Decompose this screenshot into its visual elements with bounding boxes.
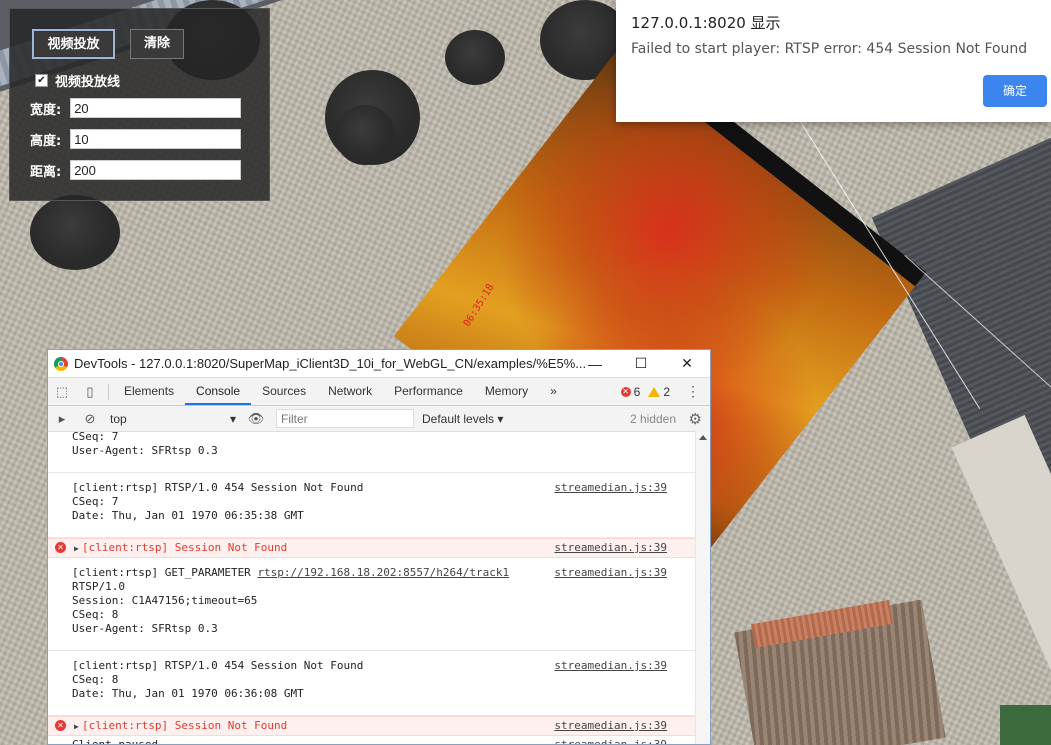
tree-shadow bbox=[335, 105, 395, 165]
devtools-title: DevTools - 127.0.0.1:8020/SuperMap_iClie… bbox=[74, 356, 587, 371]
console-message-prefix: [client:rtsp] GET_PARAMETER bbox=[72, 566, 258, 579]
close-icon[interactable]: ✕ bbox=[664, 350, 710, 377]
console-error-message[interactable]: ✕ ▶ [client:rtsp] Session Not Found streame… bbox=[48, 716, 696, 736]
tree-shadow bbox=[30, 195, 120, 270]
context-value: top bbox=[110, 411, 127, 426]
divider bbox=[108, 383, 109, 400]
width-row: 宽度: bbox=[30, 98, 242, 118]
devtools-tabbar: ⬚ ▯ Elements Console Sources Network Per… bbox=[48, 377, 710, 406]
more-tabs-icon[interactable]: » bbox=[539, 378, 568, 405]
error-icon: ✕ bbox=[55, 542, 66, 553]
console-message-text: [client:rtsp] RTSP/1.0 454 Session Not F… bbox=[72, 659, 364, 700]
alert-dialog: 127.0.0.1:8020 显示 Failed to start player… bbox=[616, 0, 1051, 122]
expand-arrow-icon[interactable]: ▶ bbox=[74, 720, 79, 734]
alert-ok-button[interactable]: 确定 bbox=[983, 75, 1047, 107]
source-link[interactable]: streamedian.js:39 bbox=[554, 738, 667, 744]
console-log-message[interactable]: Client paused streamedian.js:39 bbox=[48, 736, 696, 744]
clear-console-icon[interactable]: ⊘ bbox=[76, 405, 104, 432]
tab-console[interactable]: Console bbox=[185, 378, 252, 405]
distance-label: 距离: bbox=[30, 164, 62, 180]
more-options-icon[interactable]: ⋮ bbox=[686, 378, 700, 405]
project-video-button[interactable]: 视频投放 bbox=[32, 29, 115, 59]
console-message-text: [client:rtsp] RTSP/1.0 454 Session Not F… bbox=[72, 481, 364, 522]
building-wall bbox=[951, 414, 1051, 686]
console-log-message[interactable]: [client:rtsp] RTSP/1.0 454 Session Not F… bbox=[48, 473, 696, 538]
maximize-icon[interactable]: ☐ bbox=[618, 350, 664, 377]
log-levels-dropdown[interactable]: Default levels ▾ bbox=[422, 412, 503, 426]
console-log-message[interactable]: CSeq: 7 User-Agent: SFRtsp 0.3 bbox=[48, 431, 696, 473]
console-scrollbar[interactable] bbox=[695, 431, 710, 744]
chrome-icon bbox=[54, 356, 68, 371]
log-levels-label: Default levels bbox=[422, 411, 495, 426]
show-line-label: 视频投放线 bbox=[55, 75, 121, 90]
gear-icon[interactable]: ⚙ bbox=[689, 410, 702, 428]
height-label: 高度: bbox=[30, 133, 62, 149]
device-toolbar-icon[interactable]: ▯ bbox=[76, 378, 104, 405]
hidden-count: 2 hidden bbox=[629, 411, 676, 426]
console-error-message[interactable]: ✕ ▶ [client:rtsp] Session Not Found streame… bbox=[48, 538, 696, 558]
distance-row: 距离: bbox=[30, 160, 242, 180]
console-log-message[interactable]: [client:rtsp] GET_PARAMETER rtsp://192.1… bbox=[48, 558, 696, 651]
grass-patch bbox=[1000, 705, 1051, 745]
expand-arrow-icon[interactable]: ▶ bbox=[74, 542, 79, 556]
source-link[interactable]: streamedian.js:39 bbox=[554, 541, 667, 555]
warning-icon bbox=[648, 386, 661, 397]
error-icon: ✕ bbox=[55, 720, 66, 731]
width-input[interactable] bbox=[70, 98, 242, 118]
tab-sources[interactable]: Sources bbox=[251, 378, 317, 405]
tab-memory[interactable]: Memory bbox=[474, 378, 539, 405]
checkbox[interactable]: ✔ bbox=[35, 74, 48, 87]
console-toolbar: ▸ ⊘ top ▾ 👁 Default levels ▾ 2 hidden ⚙ bbox=[48, 406, 710, 432]
alert-title: 127.0.0.1:8020 显示 bbox=[631, 14, 781, 32]
console-url-link[interactable]: rtsp://192.168.18.202:8557/h264/track1 bbox=[257, 566, 509, 579]
sidebar-toggle-icon[interactable]: ▸ bbox=[48, 405, 76, 432]
alert-message: Failed to start player: RTSP error: 454 … bbox=[631, 41, 1028, 57]
console-message-text: [client:rtsp] Session Not Found bbox=[82, 541, 288, 554]
distance-input[interactable] bbox=[70, 160, 242, 180]
console-output[interactable]: CSeq: 7 User-Agent: SFRtsp 0.3 [client:rt… bbox=[48, 431, 696, 744]
devtools-titlebar[interactable]: DevTools - 127.0.0.1:8020/SuperMap_iClie… bbox=[48, 350, 710, 377]
issue-counter[interactable]: ✕ 6 2 bbox=[620, 378, 670, 405]
height-row: 高度: bbox=[30, 129, 242, 149]
console-log-message[interactable]: [client:rtsp] RTSP/1.0 454 Session Not F… bbox=[48, 651, 696, 716]
error-icon: ✕ bbox=[620, 386, 631, 397]
show-line-checkbox-row[interactable]: ✔ 视频投放线 bbox=[35, 71, 120, 90]
source-link[interactable]: streamedian.js:39 bbox=[554, 566, 667, 580]
error-count: 6 bbox=[633, 384, 641, 399]
width-label: 宽度: bbox=[30, 102, 62, 118]
tab-elements[interactable]: Elements bbox=[113, 378, 185, 405]
minimize-icon[interactable]: — bbox=[572, 350, 618, 377]
live-expression-eye-icon[interactable]: 👁 bbox=[242, 405, 270, 432]
console-message-text: CSeq: 7 User-Agent: SFRtsp 0.3 bbox=[72, 431, 218, 457]
console-message-text: [client:rtsp] Session Not Found bbox=[82, 719, 288, 732]
tab-network[interactable]: Network bbox=[317, 378, 383, 405]
source-link[interactable]: streamedian.js:39 bbox=[554, 481, 667, 495]
console-message-text: Client paused bbox=[72, 738, 158, 744]
source-link[interactable]: streamedian.js:39 bbox=[554, 659, 667, 673]
console-filter-input[interactable] bbox=[276, 409, 414, 428]
source-link[interactable]: streamedian.js:39 bbox=[554, 719, 667, 733]
tab-performance[interactable]: Performance bbox=[383, 378, 474, 405]
tree-shadow bbox=[445, 30, 505, 85]
clear-button[interactable]: 清除 bbox=[130, 29, 184, 59]
video-projection-panel: 视频投放 清除 ✔ 视频投放线 宽度: 高度: 距离: bbox=[9, 8, 270, 201]
console-message-text: [client:rtsp] GET_PARAMETER rtsp://192.1… bbox=[72, 566, 510, 635]
context-selector[interactable]: top ▾ bbox=[104, 409, 242, 428]
height-input[interactable] bbox=[70, 129, 242, 149]
inspect-element-icon[interactable]: ⬚ bbox=[48, 378, 76, 405]
chevron-down-icon: ▾ bbox=[229, 411, 236, 426]
devtools-window: DevTools - 127.0.0.1:8020/SuperMap_iClie… bbox=[47, 349, 711, 745]
warning-count: 2 bbox=[663, 384, 670, 399]
